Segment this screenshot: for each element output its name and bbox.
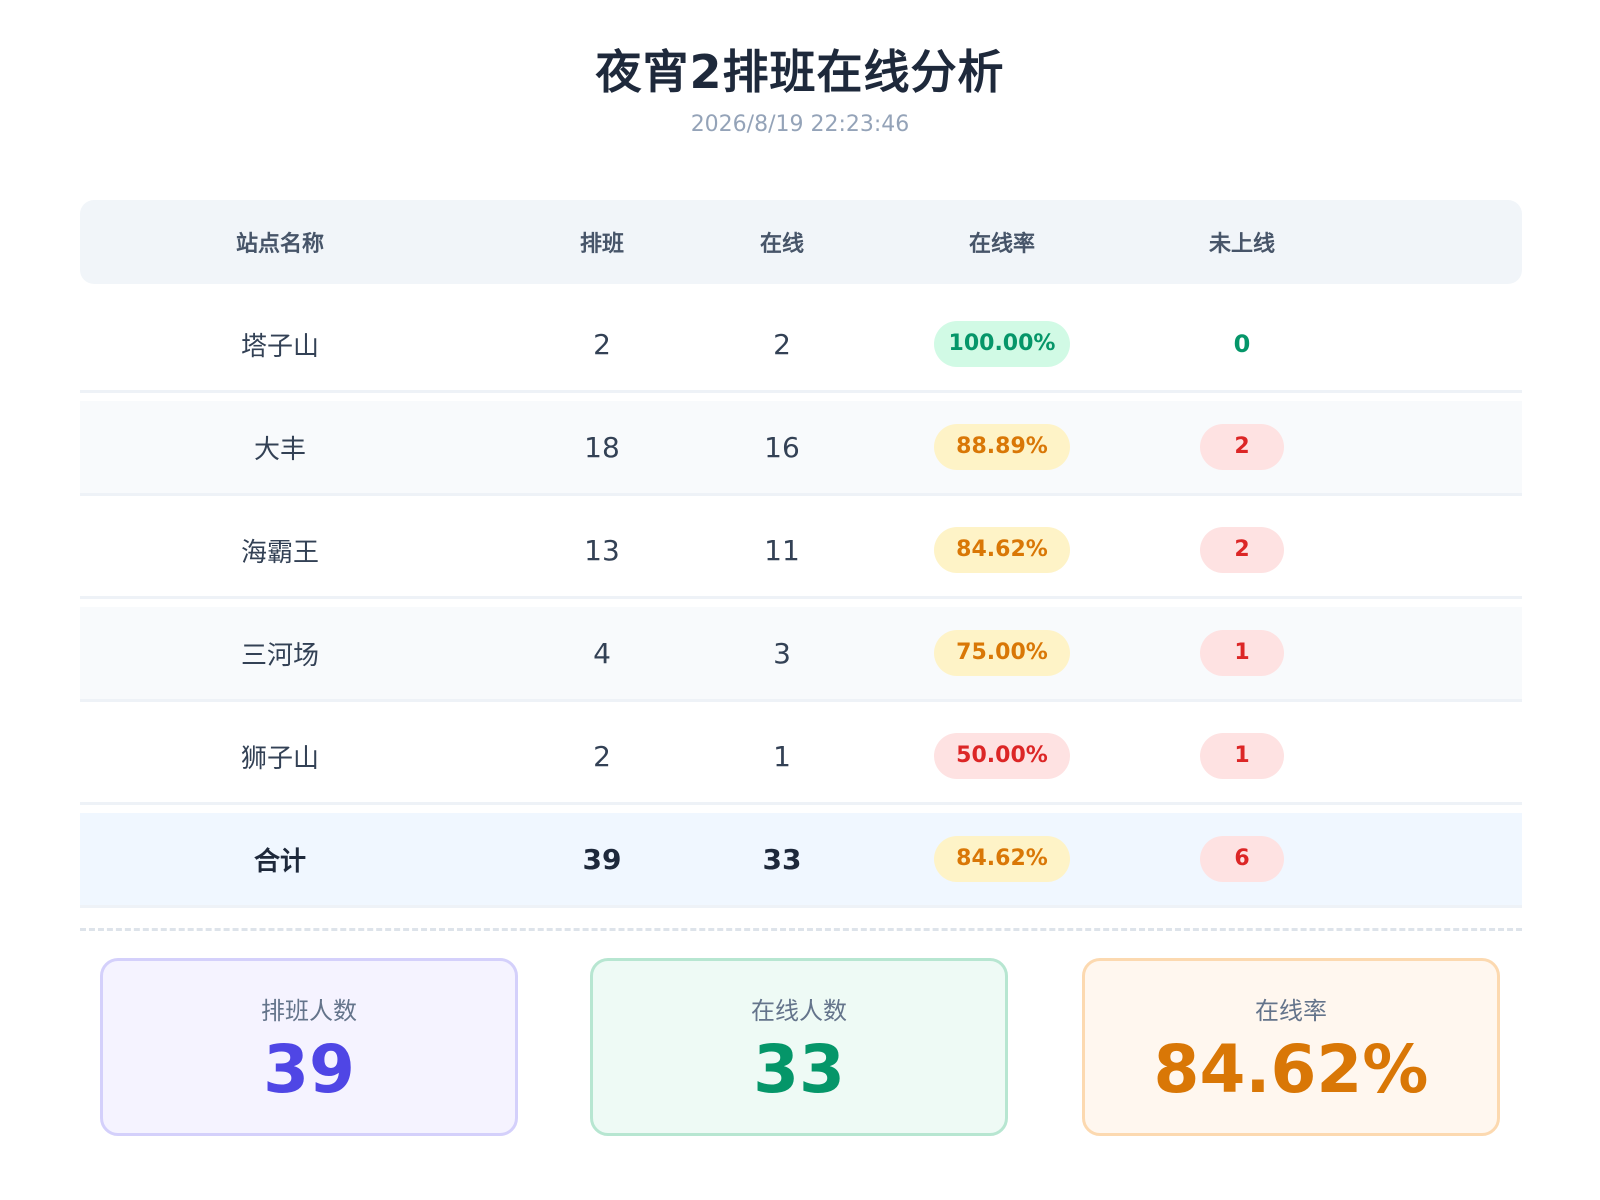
section-divider <box>80 928 1522 931</box>
online-rate-badge: 75.00% <box>934 630 1070 676</box>
summary-card-online: 在线人数 33 <box>590 958 1008 1136</box>
summary-value: 39 <box>263 1031 355 1108</box>
online-rate-badge: 50.00% <box>934 733 1070 779</box>
column-header-online: 在线 <box>759 232 804 257</box>
online-rate-badge: 88.89% <box>934 424 1070 470</box>
column-header-rate: 在线率 <box>968 232 1035 257</box>
summary-value: 84.62% <box>1153 1031 1429 1108</box>
scheduled-count: 2 <box>593 327 611 361</box>
table-row: 狮子山 2 1 50.00% 1 <box>80 710 1522 805</box>
summary-label: 在线人数 <box>751 997 847 1025</box>
total-label: 合计 <box>253 846 306 877</box>
summary-label: 排班人数 <box>261 997 357 1025</box>
column-header-scheduled: 排班 <box>579 232 624 257</box>
column-header-station: 站点名称 <box>235 232 324 257</box>
summary-card-scheduled: 排班人数 39 <box>100 958 518 1136</box>
station-name: 狮子山 <box>240 743 319 774</box>
total-offline-badge: 6 <box>1200 836 1284 882</box>
station-name: 塔子山 <box>240 331 319 362</box>
offline-count-badge: 1 <box>1200 733 1284 779</box>
table-header: 站点名称 排班 在线 在线率 未上线 <box>80 200 1522 284</box>
table-row: 三河场 4 3 75.00% 1 <box>80 607 1522 702</box>
offline-count-badge: 2 <box>1200 424 1284 470</box>
total-online: 33 <box>762 842 802 876</box>
station-name: 大丰 <box>253 434 306 465</box>
online-count: 1 <box>773 739 791 773</box>
offline-count-badge: 1 <box>1200 630 1284 676</box>
page-title: 夜宵2排班在线分析 <box>595 45 1005 99</box>
online-rate-badge: 100.00% <box>934 321 1070 367</box>
station-name: 海霸王 <box>240 537 319 568</box>
scheduled-count: 4 <box>593 636 611 670</box>
analysis-page: 夜宵2排班在线分析 2026/8/19 22:23:46 站点名称 排班 在线 … <box>0 0 1600 1200</box>
station-name: 三河场 <box>240 640 319 671</box>
summary-label: 在线率 <box>1255 997 1327 1025</box>
online-rate-badge: 84.62% <box>934 527 1070 573</box>
timestamp: 2026/8/19 22:23:46 <box>690 112 910 137</box>
offline-count: 0 <box>1233 330 1251 358</box>
scheduled-count: 2 <box>593 739 611 773</box>
column-header-offline: 未上线 <box>1208 232 1275 257</box>
table-total-row: 合计 39 33 84.62% 6 <box>80 813 1522 908</box>
online-count: 3 <box>773 636 791 670</box>
total-rate-badge: 84.62% <box>934 836 1070 882</box>
table-row: 大丰 18 16 88.89% 2 <box>80 401 1522 496</box>
table-row: 塔子山 2 2 100.00% 0 <box>80 298 1522 393</box>
table-row: 海霸王 13 11 84.62% 2 <box>80 504 1522 599</box>
online-count: 2 <box>773 327 791 361</box>
total-scheduled: 39 <box>582 842 622 876</box>
summary-value: 33 <box>753 1031 845 1108</box>
offline-count-badge: 2 <box>1200 527 1284 573</box>
online-count: 11 <box>764 533 800 567</box>
scheduled-count: 18 <box>584 430 620 464</box>
summary-card-rate: 在线率 84.62% <box>1082 958 1500 1136</box>
scheduled-count: 13 <box>584 533 620 567</box>
station-table: 站点名称 排班 在线 在线率 未上线 塔子山 2 2 100.00% 0 大丰 … <box>80 200 1522 908</box>
online-count: 16 <box>764 430 800 464</box>
